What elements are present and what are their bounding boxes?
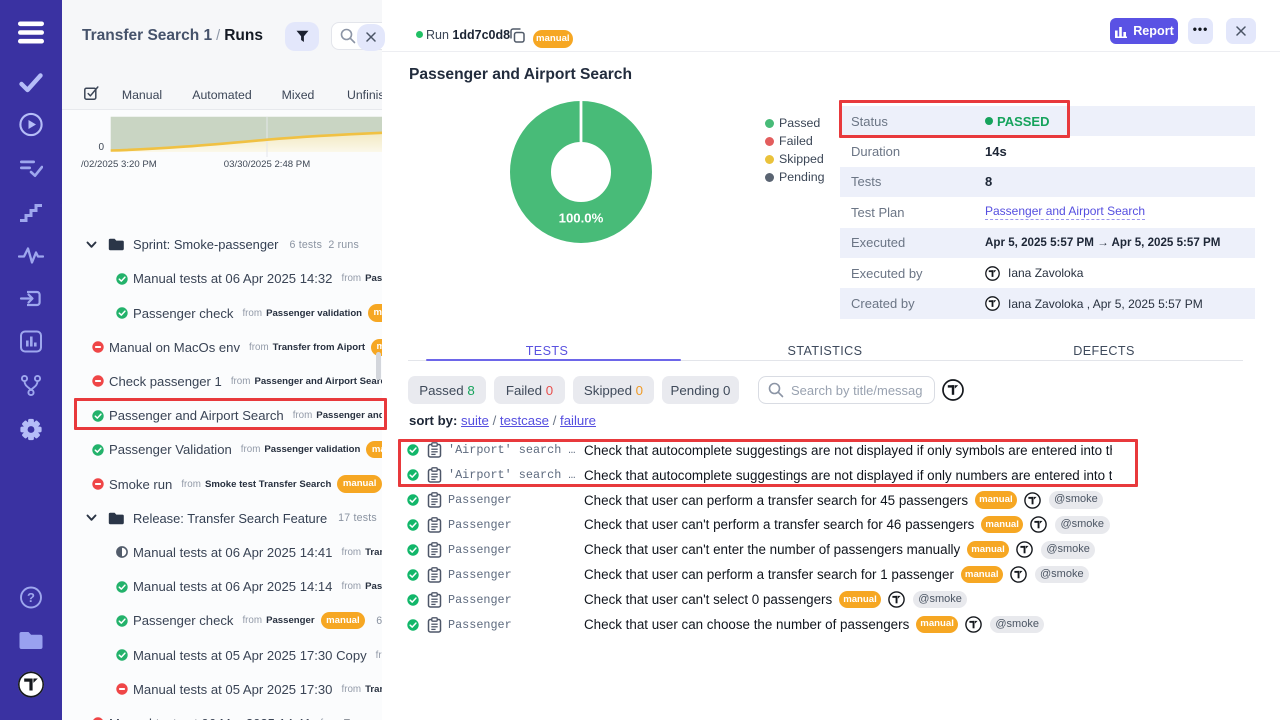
svg-text:?: ? xyxy=(27,590,35,605)
svg-text:100.0%: 100.0% xyxy=(559,211,604,226)
